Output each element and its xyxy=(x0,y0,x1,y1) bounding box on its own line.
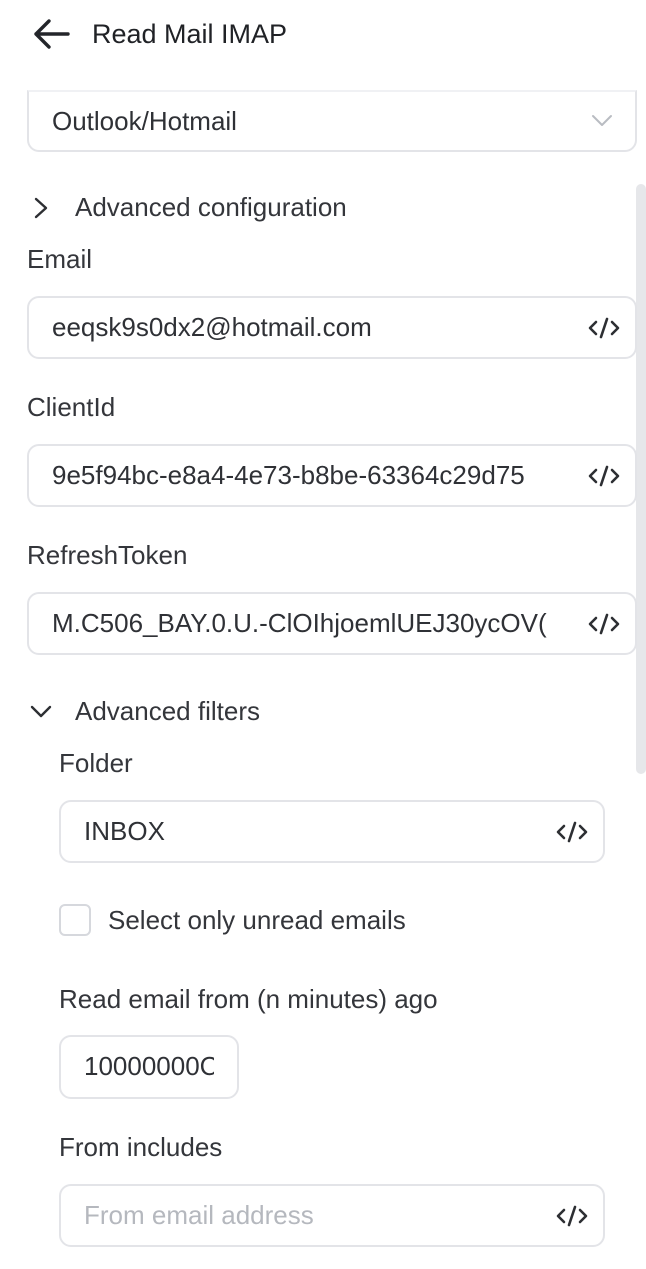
unread-only-checkbox[interactable] xyxy=(59,904,91,936)
back-button[interactable] xyxy=(28,12,74,56)
email-field[interactable]: eeqsk9s0dx2@hotmail.com xyxy=(27,296,637,359)
chevron-down-icon xyxy=(592,115,612,126)
scrollbar[interactable] xyxy=(636,184,646,774)
read-from-label: Read email from (n minutes) ago xyxy=(59,984,438,1014)
refresh-token-field[interactable]: M.C506_BAY.0.U.-ClOIhjoemlUEJ30ycOV( xyxy=(27,592,637,655)
advanced-configuration-label: Advanced configuration xyxy=(75,192,347,222)
code-toggle-button[interactable] xyxy=(587,460,621,492)
read-from-minutes-input[interactable]: 10000000C xyxy=(59,1035,239,1099)
refresh-token-label: RefreshToken xyxy=(27,540,188,570)
chevron-right-icon xyxy=(27,194,55,222)
code-toggle-button[interactable] xyxy=(587,312,621,344)
advanced-filters-label: Advanced filters xyxy=(75,696,260,726)
code-icon xyxy=(556,821,588,843)
client-id-field[interactable]: 9e5f94bc-e8a4-4e73-b8be-63364c29d75 xyxy=(27,444,637,507)
provider-select[interactable]: Outlook/Hotmail xyxy=(27,90,637,152)
code-icon xyxy=(588,465,620,487)
unread-only-label: Select only unread emails xyxy=(108,905,406,935)
folder-label: Folder xyxy=(59,748,133,778)
header: Read Mail IMAP xyxy=(0,0,646,70)
folder-field[interactable]: INBOX xyxy=(59,800,605,863)
from-includes-label: From includes xyxy=(59,1132,223,1162)
advanced-filters-toggle[interactable]: Advanced filters xyxy=(27,696,260,727)
arrow-left-icon xyxy=(34,19,70,49)
refresh-token-value: M.C506_BAY.0.U.-ClOIhjoemlUEJ30ycOV( xyxy=(52,608,547,638)
code-icon xyxy=(588,613,620,635)
provider-select-value: Outlook/Hotmail xyxy=(52,105,237,136)
code-toggle-button[interactable] xyxy=(555,1200,589,1232)
client-id-label: ClientId xyxy=(27,392,116,422)
code-icon xyxy=(588,317,620,339)
from-includes-placeholder: From email address xyxy=(84,1200,314,1230)
advanced-configuration-toggle[interactable]: Advanced configuration xyxy=(27,192,347,223)
from-includes-field[interactable]: From email address xyxy=(59,1184,605,1247)
read-mail-imap-panel: Read Mail IMAP Outlook/Hotmail Advanced … xyxy=(0,0,646,1269)
email-label: Email xyxy=(27,244,93,274)
page-title: Read Mail IMAP xyxy=(92,19,288,49)
code-toggle-button[interactable] xyxy=(587,608,621,640)
folder-value: INBOX xyxy=(84,816,165,846)
chevron-down-icon xyxy=(27,698,55,726)
email-value: eeqsk9s0dx2@hotmail.com xyxy=(52,312,372,342)
code-toggle-button[interactable] xyxy=(555,816,589,848)
code-icon xyxy=(556,1205,588,1227)
read-from-minutes-value: 10000000C xyxy=(84,1051,214,1081)
client-id-value: 9e5f94bc-e8a4-4e73-b8be-63364c29d75 xyxy=(52,460,525,490)
